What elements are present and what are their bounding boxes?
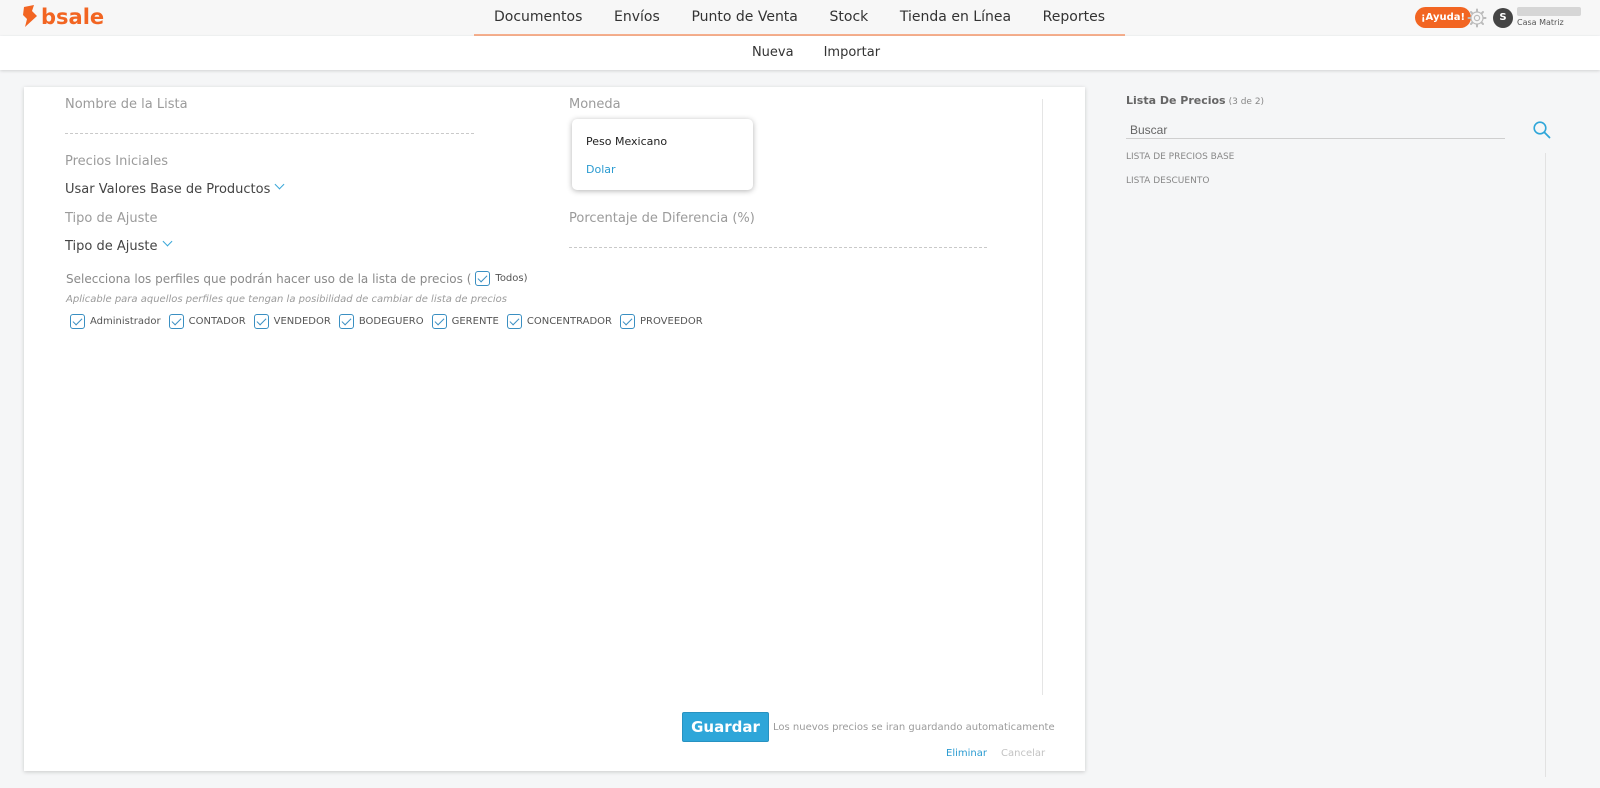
gear-icon[interactable] bbox=[1467, 8, 1487, 28]
checkbox-checked-icon[interactable] bbox=[431, 314, 447, 329]
sub-nav: Nueva Importar bbox=[0, 36, 1600, 70]
profile-label: BODEGUERO bbox=[358, 316, 424, 327]
percentage-input[interactable] bbox=[569, 247, 987, 248]
subnav-nueva[interactable]: Nueva bbox=[752, 36, 794, 70]
checkbox-checked-icon[interactable] bbox=[506, 314, 522, 329]
profile-label: GERENTE bbox=[451, 316, 499, 327]
sub-bar: Nueva Importar bbox=[0, 36, 1600, 70]
checkbox-checked-icon[interactable] bbox=[70, 314, 85, 329]
form-divider bbox=[1042, 99, 1043, 695]
currency-label: Moneda bbox=[569, 97, 621, 112]
user-name-redacted bbox=[1517, 7, 1581, 16]
currency-option-peso-mexicano[interactable]: Peso Mexicano bbox=[586, 135, 667, 148]
profile-label: VENDEDOR bbox=[273, 316, 331, 327]
profiles-title-text: Selecciona los perfiles que podrán hacer… bbox=[66, 271, 472, 286]
adjust-type-dropdown[interactable]: Tipo de Ajuste bbox=[65, 236, 172, 254]
initial-prices-dropdown[interactable]: Usar Valores Base de Productos bbox=[65, 179, 285, 197]
currency-dropdown: Peso Mexicano Dolar bbox=[572, 119, 753, 190]
profiles-all-label: Todos) bbox=[495, 273, 528, 284]
help-button[interactable]: ¡Ayuda! bbox=[1415, 7, 1472, 28]
list-name-label: Nombre de la Lista bbox=[65, 97, 188, 112]
profile-vendedor[interactable]: VENDEDOR bbox=[253, 314, 331, 329]
profile-proveedor[interactable]: PROVEEDOR bbox=[620, 314, 703, 329]
price-list-item[interactable]: LISTA DE PRECIOS BASE bbox=[1126, 152, 1234, 162]
cancel-link[interactable]: Cancelar bbox=[1001, 748, 1045, 759]
initial-prices-value: Usar Valores Base de Productos bbox=[65, 182, 271, 197]
profile-label: CONTADOR bbox=[188, 316, 246, 327]
currency-option-dolar[interactable]: Dolar bbox=[586, 163, 616, 176]
nav-documentos[interactable]: Documentos bbox=[494, 0, 582, 34]
price-list-item[interactable]: LISTA DESCUENTO bbox=[1126, 176, 1209, 186]
nav-tienda-en-linea[interactable]: Tienda en Línea bbox=[900, 0, 1011, 34]
delete-link[interactable]: Eliminar bbox=[946, 748, 987, 759]
price-lists-panel: Lista De Precios(3 de 2) LISTA DE PRECIO… bbox=[1126, 87, 1566, 777]
price-lists-title: Lista De Precios (3 de 2) bbox=[1126, 94, 1264, 107]
nav-punto-de-venta[interactable]: Punto de Venta bbox=[691, 0, 797, 34]
profile-bodeguero[interactable]: BODEGUERO bbox=[338, 314, 424, 329]
adjust-type-value: Tipo de Ajuste bbox=[65, 239, 158, 254]
profile-concentrador[interactable]: CONCENTRADOR bbox=[506, 314, 612, 329]
company-name[interactable]: Casa Matriz bbox=[1517, 18, 1564, 27]
profile-label: Administrador bbox=[90, 316, 161, 327]
search-icon[interactable] bbox=[1532, 120, 1552, 140]
adjust-type-label: Tipo de Ajuste bbox=[65, 211, 158, 226]
bsale-logo-text: bsale bbox=[41, 5, 105, 29]
price-list-form: Nombre de la Lista Moneda Peso Mexicano … bbox=[24, 87, 1085, 771]
price-lists-title-text: Lista De Precios bbox=[1126, 94, 1226, 107]
chevron-down-icon bbox=[162, 236, 172, 247]
save-button[interactable]: Guardar bbox=[682, 712, 769, 742]
profile-administrador[interactable]: Administrador bbox=[70, 314, 161, 329]
top-bar: bsale Documentos Envíos Punto de Venta S… bbox=[0, 0, 1600, 36]
checkbox-checked-icon[interactable] bbox=[253, 314, 269, 329]
user-avatar[interactable]: S bbox=[1493, 8, 1513, 28]
checkbox-checked-icon[interactable] bbox=[475, 271, 491, 286]
checkbox-checked-icon[interactable] bbox=[168, 314, 184, 329]
price-lists-count: (3 de 2) bbox=[1228, 97, 1265, 107]
bsale-logo-icon bbox=[23, 5, 37, 27]
nav-reportes[interactable]: Reportes bbox=[1043, 0, 1105, 34]
checkbox-checked-icon[interactable] bbox=[338, 314, 354, 329]
nav-stock[interactable]: Stock bbox=[830, 0, 869, 34]
profiles-title: Selecciona los perfiles que podrán hacer… bbox=[66, 271, 528, 286]
search-input[interactable] bbox=[1126, 122, 1505, 139]
subnav-importar[interactable]: Importar bbox=[824, 36, 880, 70]
autosave-note: Los nuevos precios se iran guardando aut… bbox=[773, 722, 1055, 733]
nav-envios[interactable]: Envíos bbox=[614, 0, 660, 34]
list-name-input[interactable] bbox=[65, 133, 474, 134]
profile-label: PROVEEDOR bbox=[640, 316, 703, 327]
profile-contador[interactable]: CONTADOR bbox=[168, 314, 246, 329]
profile-label: CONCENTRADOR bbox=[526, 316, 612, 327]
scrollbar[interactable] bbox=[1545, 153, 1546, 777]
checkbox-checked-icon[interactable] bbox=[620, 314, 635, 329]
bsale-logo[interactable]: bsale bbox=[22, 5, 104, 29]
initial-prices-label: Precios Iniciales bbox=[65, 154, 169, 169]
chevron-down-icon bbox=[274, 179, 285, 190]
profiles-all-toggle[interactable]: Todos) bbox=[475, 271, 528, 286]
profiles-note: Aplicable para aquellos perfiles que ten… bbox=[66, 294, 507, 305]
profile-gerente[interactable]: GERENTE bbox=[431, 314, 499, 329]
profiles-list: Administrador CONTADOR VENDEDOR BODEGUER… bbox=[70, 314, 703, 329]
percentage-label: Porcentaje de Diferencia (%) bbox=[569, 211, 755, 226]
main-nav: Documentos Envíos Punto de Venta Stock T… bbox=[474, 0, 1125, 36]
